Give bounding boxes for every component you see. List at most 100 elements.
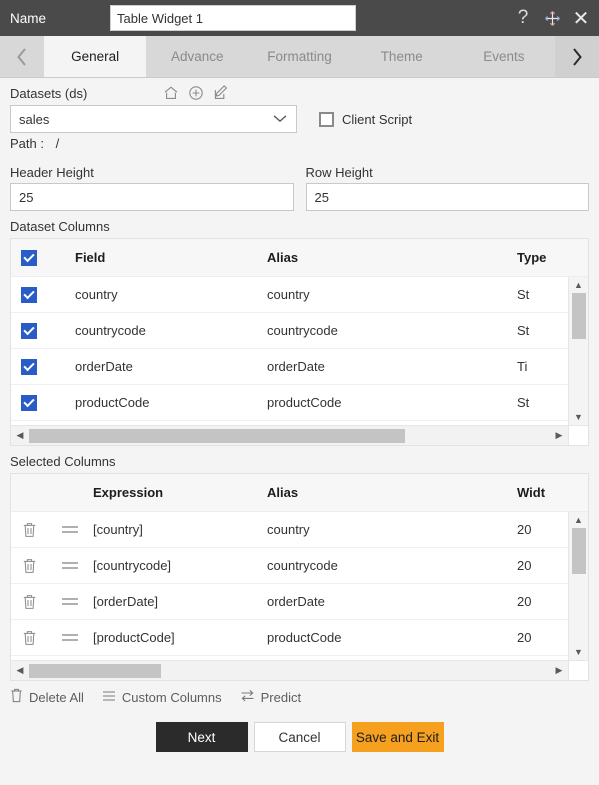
tab-formatting[interactable]: Formatting xyxy=(248,36,350,77)
tab-general[interactable]: General xyxy=(44,36,146,77)
scroll-left-icon[interactable]: ◀ xyxy=(11,430,29,441)
dataset-columns-hscrollbar[interactable]: ◀ ▶ xyxy=(11,425,588,445)
tab-advance[interactable]: Advance xyxy=(146,36,248,77)
drag-handle-icon[interactable] xyxy=(47,559,93,572)
dataset-select[interactable]: sales xyxy=(10,105,297,133)
name-label: Name xyxy=(10,11,110,26)
edit-pencil-icon[interactable] xyxy=(213,85,229,101)
tab-list: General Advance Formatting Theme Events xyxy=(44,36,555,77)
tab-theme-label: Theme xyxy=(381,49,423,64)
dialog-buttons: Next Cancel Save and Exit xyxy=(10,722,589,752)
cancel-button[interactable]: Cancel xyxy=(254,722,346,752)
header-expression: Expression xyxy=(93,485,267,500)
row-checkbox[interactable] xyxy=(21,287,37,303)
row-checkbox[interactable] xyxy=(21,323,37,339)
header-field: Field xyxy=(47,250,267,265)
table-row[interactable]: countrycode countrycode St xyxy=(11,313,588,349)
scroll-corner xyxy=(568,661,588,680)
dataset-columns-header: Field Alias Type xyxy=(11,239,588,277)
list-item[interactable]: [orderDate] orderDate 20 xyxy=(11,584,588,620)
header-alias: Alias xyxy=(267,485,517,500)
selected-columns-vscrollbar[interactable]: ▲ ▼ xyxy=(568,512,588,660)
row-checkbox[interactable] xyxy=(21,359,37,375)
custom-columns-label: Custom Columns xyxy=(122,690,222,705)
widget-name-input[interactable] xyxy=(110,5,356,31)
table-row[interactable]: orderDate orderDate Ti xyxy=(11,349,588,385)
row-field: country xyxy=(47,287,267,302)
header-width: Widt xyxy=(517,485,588,500)
row-height-field: Row Height xyxy=(306,157,590,211)
custom-columns-button[interactable]: Custom Columns xyxy=(102,690,222,705)
row-check-cell xyxy=(11,395,47,411)
row-field: productCode xyxy=(47,395,267,410)
trash-icon[interactable] xyxy=(11,522,47,538)
dataset-columns-vscrollbar[interactable]: ▲ ▼ xyxy=(568,277,588,425)
row-check-cell xyxy=(11,323,47,339)
drag-lines xyxy=(62,523,78,536)
predict-button[interactable]: Predict xyxy=(240,689,301,705)
scroll-right-icon[interactable]: ▶ xyxy=(550,430,568,441)
table-row[interactable]: country country St xyxy=(11,277,588,313)
row-height-input[interactable] xyxy=(306,183,590,211)
datasets-row: Datasets (ds) xyxy=(10,85,589,101)
header-height-label: Header Height xyxy=(10,165,294,180)
drag-handle-icon[interactable] xyxy=(47,523,93,536)
swap-arrows-icon xyxy=(240,689,255,705)
client-script-toggle[interactable]: Client Script xyxy=(319,112,412,127)
selected-columns-toolbar: Delete All Custom Columns Predict xyxy=(10,688,589,706)
hscroll-track[interactable] xyxy=(29,661,550,680)
list-item[interactable]: [productCode] productCode 20 xyxy=(11,620,588,656)
hscroll-track[interactable] xyxy=(29,426,550,445)
header-height-field: Header Height xyxy=(10,157,294,211)
row-alias: countrycode xyxy=(267,558,517,573)
chevron-left-icon[interactable] xyxy=(0,36,44,77)
drag-handle-icon[interactable] xyxy=(47,595,93,608)
hscroll-thumb[interactable] xyxy=(29,429,405,443)
save-and-exit-button[interactable]: Save and Exit xyxy=(352,722,444,752)
next-button[interactable]: Next xyxy=(156,722,248,752)
close-icon[interactable]: ✕ xyxy=(571,8,591,28)
trash-icon[interactable] xyxy=(11,558,47,574)
row-height-label: Row Height xyxy=(306,165,590,180)
row-checkbox[interactable] xyxy=(21,395,37,411)
row-check-cell xyxy=(11,359,47,375)
heights-row: Header Height Row Height xyxy=(10,157,589,211)
plus-circle-icon[interactable] xyxy=(188,85,204,101)
table-widget-dialog: Name ? ✕ General xyxy=(0,0,599,785)
client-script-checkbox[interactable] xyxy=(319,112,334,127)
scroll-down-icon[interactable]: ▼ xyxy=(574,644,583,660)
drag-lines xyxy=(62,631,78,644)
drag-lines xyxy=(62,559,78,572)
trash-icon[interactable] xyxy=(11,630,47,646)
row-field: countrycode xyxy=(47,323,267,338)
move-icon[interactable] xyxy=(542,8,562,28)
delete-all-button[interactable]: Delete All xyxy=(10,688,84,706)
tab-bar: General Advance Formatting Theme Events xyxy=(0,36,599,78)
selected-columns-header: Expression Alias Widt xyxy=(11,474,588,512)
row-field: orderDate xyxy=(47,359,267,374)
header-type: Type xyxy=(517,250,588,265)
chevron-right-icon[interactable] xyxy=(555,36,599,77)
chevron-down-icon xyxy=(272,112,288,127)
hscroll-thumb[interactable] xyxy=(29,664,161,678)
scroll-left-icon[interactable]: ◀ xyxy=(11,665,29,676)
selected-columns-hscrollbar[interactable]: ◀ ▶ xyxy=(11,660,588,680)
tab-events[interactable]: Events xyxy=(453,36,555,77)
list-item[interactable]: [country] country 20 xyxy=(11,512,588,548)
row-expression: [country] xyxy=(93,522,267,537)
scroll-up-icon[interactable]: ▲ xyxy=(574,277,583,293)
tab-theme[interactable]: Theme xyxy=(351,36,453,77)
vscroll-thumb[interactable] xyxy=(572,293,586,339)
header-height-input[interactable] xyxy=(10,183,294,211)
drag-handle-icon[interactable] xyxy=(47,631,93,644)
table-row[interactable]: productCode productCode St xyxy=(11,385,588,421)
trash-icon[interactable] xyxy=(11,594,47,610)
select-all-checkbox[interactable] xyxy=(21,250,37,266)
scroll-up-icon[interactable]: ▲ xyxy=(574,512,583,528)
scroll-right-icon[interactable]: ▶ xyxy=(550,665,568,676)
list-item[interactable]: [countrycode] countrycode 20 xyxy=(11,548,588,584)
scroll-down-icon[interactable]: ▼ xyxy=(574,409,583,425)
home-icon[interactable] xyxy=(163,85,179,101)
question-mark-icon[interactable]: ? xyxy=(513,8,533,28)
vscroll-thumb[interactable] xyxy=(572,528,586,574)
